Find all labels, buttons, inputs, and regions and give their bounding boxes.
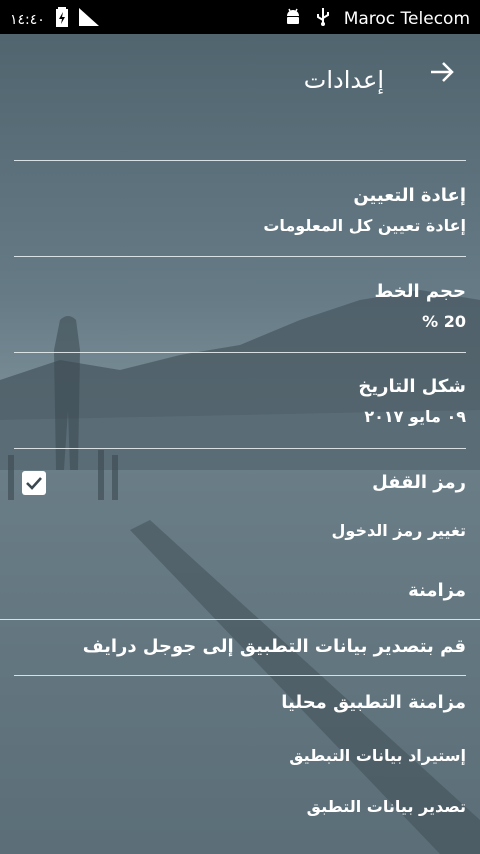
export-data-item[interactable]: تصدير بيانات التطبق — [307, 797, 466, 816]
export-data-label: تصدير بيانات التطبق — [306, 797, 466, 816]
lock-setting[interactable]: رمز القفل — [372, 472, 466, 493]
android-icon — [284, 7, 302, 30]
divider — [0, 619, 480, 620]
font-size-setting[interactable]: حجم الخط 20 % — [374, 281, 466, 331]
sync-section-header: مزامنة — [408, 580, 466, 601]
status-time: ١٤:٤٠ — [10, 11, 45, 28]
arrow-right-icon[interactable] — [426, 56, 458, 88]
import-data-item[interactable]: إستيراد بيانات التبطيق — [289, 746, 466, 765]
check-icon — [26, 477, 42, 490]
date-format-value: ٠٩ مايو ٢٠١٧ — [364, 407, 466, 426]
battery-charging-icon — [55, 7, 69, 32]
page-title: إعدادات — [303, 66, 384, 94]
lock-checkbox[interactable] — [22, 471, 46, 495]
carrier-name: Maroc Telecom — [343, 8, 470, 29]
background-image — [0, 0, 480, 854]
font-size-value: 20 % — [422, 312, 466, 331]
change-pin-item[interactable]: تغيير رمز الدخول — [332, 521, 466, 540]
app-bar: إعدادات — [0, 34, 480, 126]
reset-setting[interactable]: إعادة التعيين إعادة تعيين كل المعلومات — [263, 185, 466, 235]
lock-title: رمز القفل — [372, 472, 466, 493]
divider — [14, 160, 466, 161]
sync-header: مزامنة — [408, 580, 466, 601]
divider — [14, 352, 466, 353]
status-bar: ١٤:٤٠ Maroc Telecom — [0, 0, 480, 34]
local-sync-section-header: مزامنة التطبيق محليا — [281, 692, 466, 713]
divider — [14, 256, 466, 257]
usb-icon — [316, 6, 330, 31]
font-size-title: حجم الخط — [374, 281, 466, 302]
import-data-label: إستيراد بيانات التبطيق — [289, 746, 466, 765]
date-format-setting[interactable]: شكل التاريخ ٠٩ مايو ٢٠١٧ — [358, 376, 466, 426]
date-format-title: شكل التاريخ — [358, 376, 466, 397]
divider — [14, 448, 466, 449]
divider — [14, 675, 466, 676]
signal-icon — [78, 8, 99, 31]
export-drive-label: قم بتصدير بيانات التطبيق إلى جوجل درايف — [82, 636, 466, 657]
reset-subtitle: إعادة تعيين كل المعلومات — [263, 216, 466, 235]
export-drive-item[interactable]: قم بتصدير بيانات التطبيق إلى جوجل درايف — [83, 636, 466, 657]
local-sync-header: مزامنة التطبيق محليا — [281, 692, 466, 713]
reset-title: إعادة التعيين — [353, 185, 466, 206]
change-pin-label: تغيير رمز الدخول — [331, 521, 466, 540]
